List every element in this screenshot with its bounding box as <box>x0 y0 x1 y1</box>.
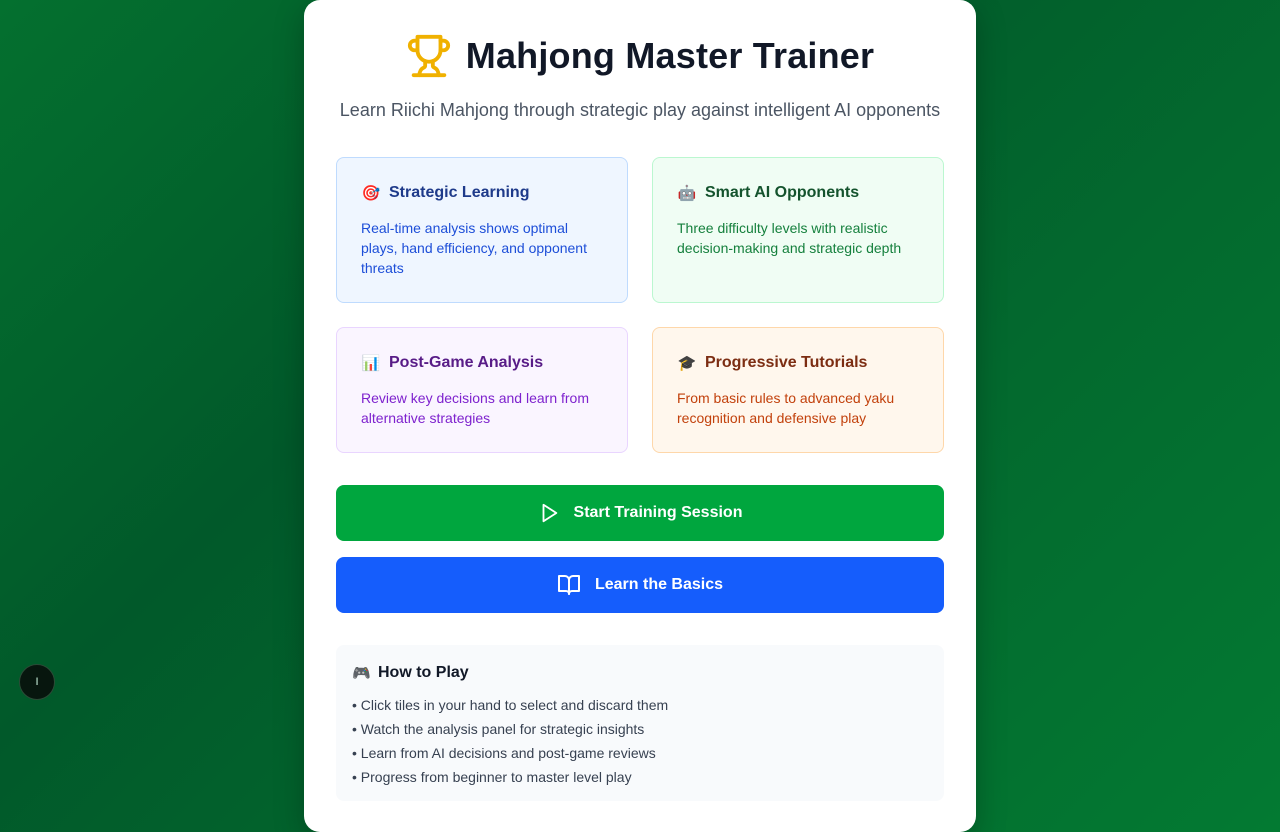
welcome-card: Mahjong Master Trainer Learn Riichi Mahj… <box>304 0 976 832</box>
book-open-icon <box>557 575 580 595</box>
start-training-button[interactable]: Start Training Session <box>336 485 944 541</box>
target-icon: 🎯 <box>361 185 381 202</box>
learn-basics-label: Learn the Basics <box>594 576 724 593</box>
feature-card-strategic-learning: 🎯 Strategic Learning Real-time analysis … <box>336 157 628 303</box>
floating-button-label: I <box>35 676 39 688</box>
game-controller-icon: 🎮 <box>352 665 371 682</box>
feature-title: Smart AI Opponents <box>705 184 860 201</box>
trophy-icon <box>407 34 450 78</box>
feature-grid: 🎯 Strategic Learning Real-time analysis … <box>336 157 944 453</box>
robot-icon: 🤖 <box>677 185 697 202</box>
feature-card-progressive-tutorials: 🎓 Progressive Tutorials From basic rules… <box>652 327 944 453</box>
header: Mahjong Master Trainer <box>336 32 944 80</box>
feature-description: Review key decisions and learn from alte… <box>361 390 589 426</box>
how-to-play-panel: 🎮 How to Play • Click tiles in your hand… <box>336 645 944 801</box>
how-to-play-title: How to Play <box>378 664 469 681</box>
play-icon <box>542 503 557 523</box>
floating-action-button[interactable]: I <box>19 664 55 700</box>
list-item: • Learn from AI decisions and post-game … <box>352 745 656 761</box>
list-item: • Progress from beginner to master level… <box>352 769 632 785</box>
feature-title: Progressive Tutorials <box>705 354 868 371</box>
page-subtitle: Learn Riichi Mahjong through strategic p… <box>339 100 941 120</box>
feature-description: From basic rules to advanced yaku recogn… <box>677 390 895 426</box>
feature-title: Post-Game Analysis <box>389 354 544 371</box>
list-item: • Watch the analysis panel for strategic… <box>352 721 645 737</box>
graduation-cap-icon: 🎓 <box>677 355 697 372</box>
bar-chart-icon: 📊 <box>361 355 381 372</box>
list-item: • Click tiles in your hand to select and… <box>352 697 669 713</box>
feature-description: Real-time analysis shows optimal plays, … <box>361 220 587 276</box>
feature-description: Three difficulty levels with realistic d… <box>677 220 902 256</box>
learn-basics-button[interactable]: Learn the Basics <box>336 557 944 613</box>
feature-card-post-game-analysis: 📊 Post-Game Analysis Review key decision… <box>336 327 628 453</box>
how-to-play-list: • Click tiles in your hand to select and… <box>352 693 928 789</box>
start-training-label: Start Training Session <box>573 504 743 521</box>
feature-card-smart-ai: 🤖 Smart AI Opponents Three difficulty le… <box>652 157 944 303</box>
feature-title: Strategic Learning <box>389 184 530 201</box>
page-title: Mahjong Master Trainer <box>465 35 875 76</box>
